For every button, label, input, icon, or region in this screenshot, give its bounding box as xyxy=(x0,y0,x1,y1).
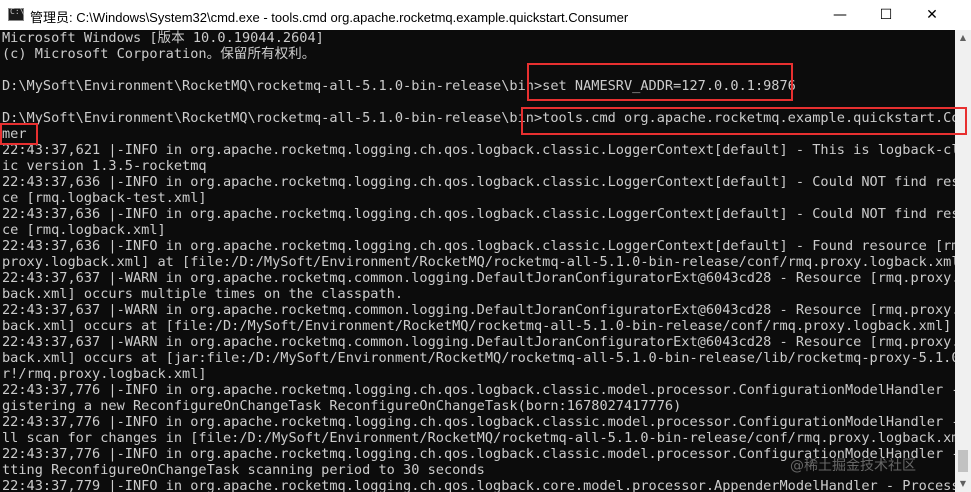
minimize-button[interactable]: — xyxy=(817,0,863,30)
maximize-icon: ☐ xyxy=(879,7,893,23)
console-line: back.xml] occurs at [jar:file:/D:/MySoft… xyxy=(2,350,955,366)
close-icon: ✕ xyxy=(926,7,938,23)
console-line: 22:43:37,636 |-INFO in org.apache.rocket… xyxy=(2,238,955,254)
console-line: 22:43:37,779 |-INFO in org.apache.rocket… xyxy=(2,478,955,492)
console-line: proxy.logback.xml] at [file:/D:/MySoft/E… xyxy=(2,254,955,270)
close-button[interactable]: ✕ xyxy=(909,0,955,30)
console-line: back.xml] occurs at [file:/D:/MySoft/Env… xyxy=(2,318,952,334)
cmd-app-icon[interactable]: C:\ xyxy=(8,7,24,21)
console-line: back.xml] occurs multiple times on the c… xyxy=(2,286,404,302)
console-line: 22:43:37,637 |-WARN in org.apache.rocket… xyxy=(2,334,955,350)
vertical-scrollbar[interactable]: ▲ ▼ xyxy=(955,30,971,492)
window-title: 管理员: C:\Windows\System32\cmd.exe - tools… xyxy=(30,10,629,25)
console-line: D:\MySoft\Environment\RocketMQ\rocketmq-… xyxy=(2,110,955,126)
console-line: ce [rmq.logback-test.xml] xyxy=(2,190,207,206)
console-line: 22:43:37,776 |-INFO in org.apache.rocket… xyxy=(2,414,955,430)
console-line: (c) Microsoft Corporation。保留所有权利。 xyxy=(2,46,316,62)
maximize-button[interactable]: ☐ xyxy=(863,0,909,30)
console-line: 22:43:37,636 |-INFO in org.apache.rocket… xyxy=(2,174,955,190)
scroll-up-arrow-icon[interactable]: ▲ xyxy=(955,30,971,46)
watermark: @稀土掘金技术社区 xyxy=(790,458,916,474)
scroll-thumb[interactable] xyxy=(958,450,968,472)
console-line: mer xyxy=(2,126,27,142)
console-line: ce [rmq.logback.xml] xyxy=(2,222,166,238)
console-line: 22:43:37,636 |-INFO in org.apache.rocket… xyxy=(2,206,955,222)
minimize-icon: — xyxy=(833,7,847,23)
console-line: Microsoft Windows [版本 10.0.19044.2604] xyxy=(2,30,324,46)
console-line: tting ReconfigureOnChangeTask scanning p… xyxy=(2,462,485,478)
console-line: 22:43:37,637 |-WARN in org.apache.rocket… xyxy=(2,270,955,286)
title-bar[interactable]: C:\ 管理员: C:\Windows\System32\cmd.exe - t… xyxy=(0,0,971,30)
console-line: D:\MySoft\Environment\RocketMQ\rocketmq-… xyxy=(2,78,796,94)
console-line: 22:43:37,637 |-WARN in org.apache.rocket… xyxy=(2,302,955,318)
console-output[interactable]: Microsoft Windows [版本 10.0.19044.2604] (c… xyxy=(0,30,955,492)
console-line: r!/rmq.proxy.logback.xml] xyxy=(2,366,207,382)
console-line: ll scan for changes in [file:/D:/MySoft/… xyxy=(2,430,955,446)
scroll-down-arrow-icon[interactable]: ▼ xyxy=(955,476,971,492)
console-line: 22:43:37,621 |-INFO in org.apache.rocket… xyxy=(2,142,955,158)
console-line: ic version 1.3.5-rocketmq xyxy=(2,158,207,174)
console-line: 22:43:37,776 |-INFO in org.apache.rocket… xyxy=(2,382,955,398)
console-line: gistering a new ReconfigureOnChangeTask … xyxy=(2,398,682,414)
